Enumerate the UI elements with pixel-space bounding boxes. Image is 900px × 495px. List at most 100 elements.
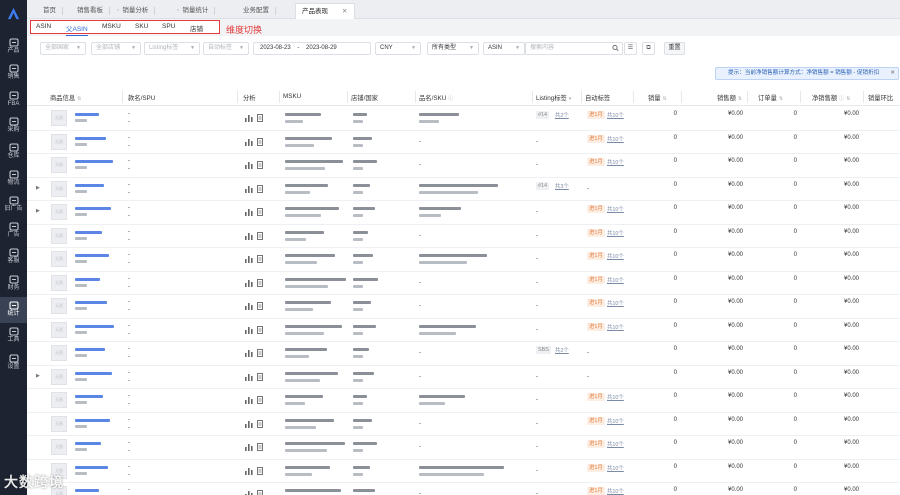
info-icon[interactable]: ⓘ bbox=[448, 96, 453, 102]
date-range-picker[interactable]: 2023-08-23 - 2023-08-29 bbox=[253, 42, 371, 55]
table-row[interactable]: 无图 - - - SBS 共2个 - 0 ¥0.00 0 ¥0.00 bbox=[27, 342, 900, 366]
auto-tag-more-link[interactable]: 共10个 bbox=[607, 440, 624, 448]
auto-tag-more-link[interactable]: 共10个 bbox=[607, 229, 624, 237]
document-icon[interactable] bbox=[257, 255, 263, 263]
sort-icon[interactable]: ⇅ bbox=[779, 96, 783, 102]
tab-home[interactable]: 首页 bbox=[37, 3, 63, 19]
col-orders[interactable]: 订单量 ⇅ bbox=[758, 93, 783, 102]
bar-chart-icon[interactable] bbox=[245, 232, 253, 240]
document-icon[interactable] bbox=[257, 443, 263, 451]
document-icon[interactable] bbox=[257, 114, 263, 122]
sidebar-item-4[interactable]: 仓库 bbox=[0, 139, 27, 165]
col-qty-mom[interactable]: 销量环比 bbox=[868, 93, 893, 102]
bar-chart-icon[interactable] bbox=[245, 115, 253, 122]
country-select[interactable]: 全部国家 ▼ bbox=[40, 42, 86, 55]
bar-chart-icon[interactable] bbox=[245, 444, 253, 451]
document-icon[interactable] bbox=[257, 231, 263, 240]
table-row[interactable]: 无图----进1月共10个0¥0.000¥0.00 bbox=[27, 131, 900, 154]
auto-tag-more-link[interactable]: 共10个 bbox=[607, 487, 624, 495]
table-row[interactable]: 无图----进1月共10个0¥0.000¥0.00 bbox=[27, 225, 900, 248]
table-row[interactable]: ▶ 无图 - - #14 共3个 -0 ¥0.00 0 ¥0.00 bbox=[27, 178, 900, 201]
sidebar-item-8[interactable]: 客服 bbox=[0, 244, 27, 270]
bar-chart-icon[interactable] bbox=[245, 420, 253, 428]
sidebar-item-5[interactable]: 物流 bbox=[0, 166, 27, 192]
auto-tag-more-link[interactable]: 共10个 bbox=[607, 323, 624, 331]
sidebar-item-0[interactable]: 产品 bbox=[0, 34, 27, 60]
auto-tag-more-link[interactable]: 共10个 bbox=[607, 299, 624, 307]
listing-tag-select[interactable]: Listing标签 ▼ bbox=[144, 42, 200, 55]
bar-chart-icon[interactable] bbox=[245, 162, 253, 169]
table-row[interactable]: ▶ 无图 - - - - -0 ¥0.00 0 ¥0.00 bbox=[27, 366, 900, 389]
document-icon[interactable] bbox=[257, 466, 263, 475]
dim-tab-shop[interactable]: 店铺 bbox=[190, 23, 203, 33]
tab-product-performance[interactable]: 产品表现 ✕ bbox=[295, 3, 355, 19]
col-quantity[interactable]: 销量 ⇅ bbox=[648, 93, 667, 102]
table-row[interactable]: 无图 - - - 进1月 共10个 0 ¥0.00 0 ¥0.00 bbox=[27, 248, 900, 272]
dim-tab-msku[interactable]: MSKU bbox=[102, 23, 121, 30]
sort-icon[interactable]: ⇅ bbox=[663, 96, 667, 102]
table-row[interactable]: 无图----进1月共10个0¥0.000¥0.00 bbox=[27, 413, 900, 436]
sidebar-item-3[interactable]: 采购 bbox=[0, 113, 27, 139]
sidebar-item-10[interactable]: 统计 bbox=[0, 297, 27, 323]
tab-sales-board[interactable]: 销售看板 bbox=[71, 3, 110, 19]
expand-row-icon[interactable]: ▶ bbox=[36, 185, 40, 191]
copy-button[interactable]: ⧉ bbox=[642, 42, 655, 55]
dim-tab-parent-asin[interactable]: 父ASIN bbox=[66, 23, 88, 36]
reset-button[interactable]: 重置 bbox=[664, 42, 685, 55]
tab-sales-stats[interactable]: ◦ 销量统计 bbox=[171, 3, 216, 19]
bar-chart-icon[interactable] bbox=[245, 209, 253, 216]
document-icon[interactable] bbox=[257, 349, 263, 357]
document-icon[interactable] bbox=[257, 372, 263, 381]
auto-tag-select[interactable]: 自动标签 ▼ bbox=[203, 42, 249, 55]
bar-chart-icon[interactable] bbox=[245, 303, 253, 310]
bar-chart-icon[interactable] bbox=[245, 373, 253, 381]
sidebar-item-9[interactable]: 财务 bbox=[0, 271, 27, 297]
document-icon[interactable] bbox=[257, 325, 263, 334]
auto-tag-more-link[interactable]: 共10个 bbox=[607, 205, 624, 213]
sort-icon[interactable]: ⇅ bbox=[77, 96, 81, 102]
auto-tag-more-link[interactable]: 共10个 bbox=[607, 158, 624, 166]
auto-tag-more-link[interactable]: 共10个 bbox=[607, 464, 624, 472]
listing-tag-more-link[interactable]: 共3个 bbox=[555, 182, 569, 190]
col-sales[interactable]: 销售额 ⇅ bbox=[717, 93, 742, 102]
table-row[interactable]: 无图 - - - 进1月 共10个 0 ¥0.00 0 ¥0.00 bbox=[27, 460, 900, 483]
sidebar-item-2[interactable]: FBA bbox=[0, 87, 27, 113]
search-input[interactable]: 搜索内容 bbox=[525, 42, 623, 55]
sidebar-item-12[interactable]: 设置 bbox=[0, 350, 27, 376]
auto-tag-more-link[interactable]: 共10个 bbox=[607, 252, 624, 260]
document-icon[interactable] bbox=[257, 137, 263, 146]
bar-chart-icon[interactable] bbox=[245, 279, 253, 287]
dim-tab-asin[interactable]: ASIN bbox=[36, 23, 51, 30]
close-icon[interactable]: ✕ bbox=[342, 8, 347, 15]
info-icon[interactable]: ⓘ bbox=[839, 96, 844, 102]
dim-tab-spu[interactable]: SPU bbox=[162, 23, 175, 30]
listing-tag-more-link[interactable]: 共2个 bbox=[555, 346, 569, 354]
type-select[interactable]: 所有类型 ▼ bbox=[427, 42, 479, 55]
auto-tag-more-link[interactable]: 共10个 bbox=[607, 135, 624, 143]
table-row[interactable]: 无图----进1月共10个0¥0.000¥0.00 bbox=[27, 295, 900, 319]
advanced-filter-button[interactable]: ☰ bbox=[624, 42, 637, 55]
table-row[interactable]: ▶ 无图 - - - 进1月 共10个 0 ¥0.00 0 ¥0.00 bbox=[27, 201, 900, 225]
document-icon[interactable] bbox=[257, 208, 263, 216]
search-field-select[interactable]: ASIN ▼ bbox=[483, 42, 525, 55]
filter-icon[interactable]: ▾ bbox=[569, 96, 572, 102]
table-row[interactable]: 无图----进1月共10个0¥0.000¥0.00 bbox=[27, 483, 900, 495]
auto-tag-more-link[interactable]: 共10个 bbox=[607, 111, 624, 119]
bar-chart-icon[interactable] bbox=[245, 467, 253, 475]
table-row[interactable]: 无图 - - #14 共2个 进1月 共10个 0 ¥0.00 0 ¥0.00 bbox=[27, 107, 900, 131]
sort-icon[interactable]: ⇅ bbox=[738, 96, 742, 102]
dim-tab-sku[interactable]: SKU bbox=[135, 23, 148, 30]
col-product-info[interactable]: 商品信息 ⇅ bbox=[50, 93, 81, 102]
col-net-sales[interactable]: 净销售额 ⓘ ⇅ bbox=[812, 93, 850, 102]
bar-chart-icon[interactable] bbox=[245, 326, 253, 334]
tab-business-config[interactable]: 业务配置 bbox=[237, 3, 276, 19]
bar-chart-icon[interactable] bbox=[245, 350, 253, 357]
bar-chart-icon[interactable] bbox=[245, 397, 253, 404]
expand-row-icon[interactable]: ▶ bbox=[36, 208, 40, 214]
sort-icon[interactable]: ⇅ bbox=[846, 96, 850, 102]
document-icon[interactable] bbox=[257, 419, 263, 428]
sidebar-item-6[interactable]: 旧广告 bbox=[0, 192, 27, 218]
search-icon[interactable] bbox=[612, 44, 619, 52]
table-row[interactable]: 无图----进1月共10个0¥0.000¥0.00 bbox=[27, 154, 900, 178]
table-row[interactable]: 无图----进1月共10个0¥0.000¥0.00 bbox=[27, 272, 900, 295]
